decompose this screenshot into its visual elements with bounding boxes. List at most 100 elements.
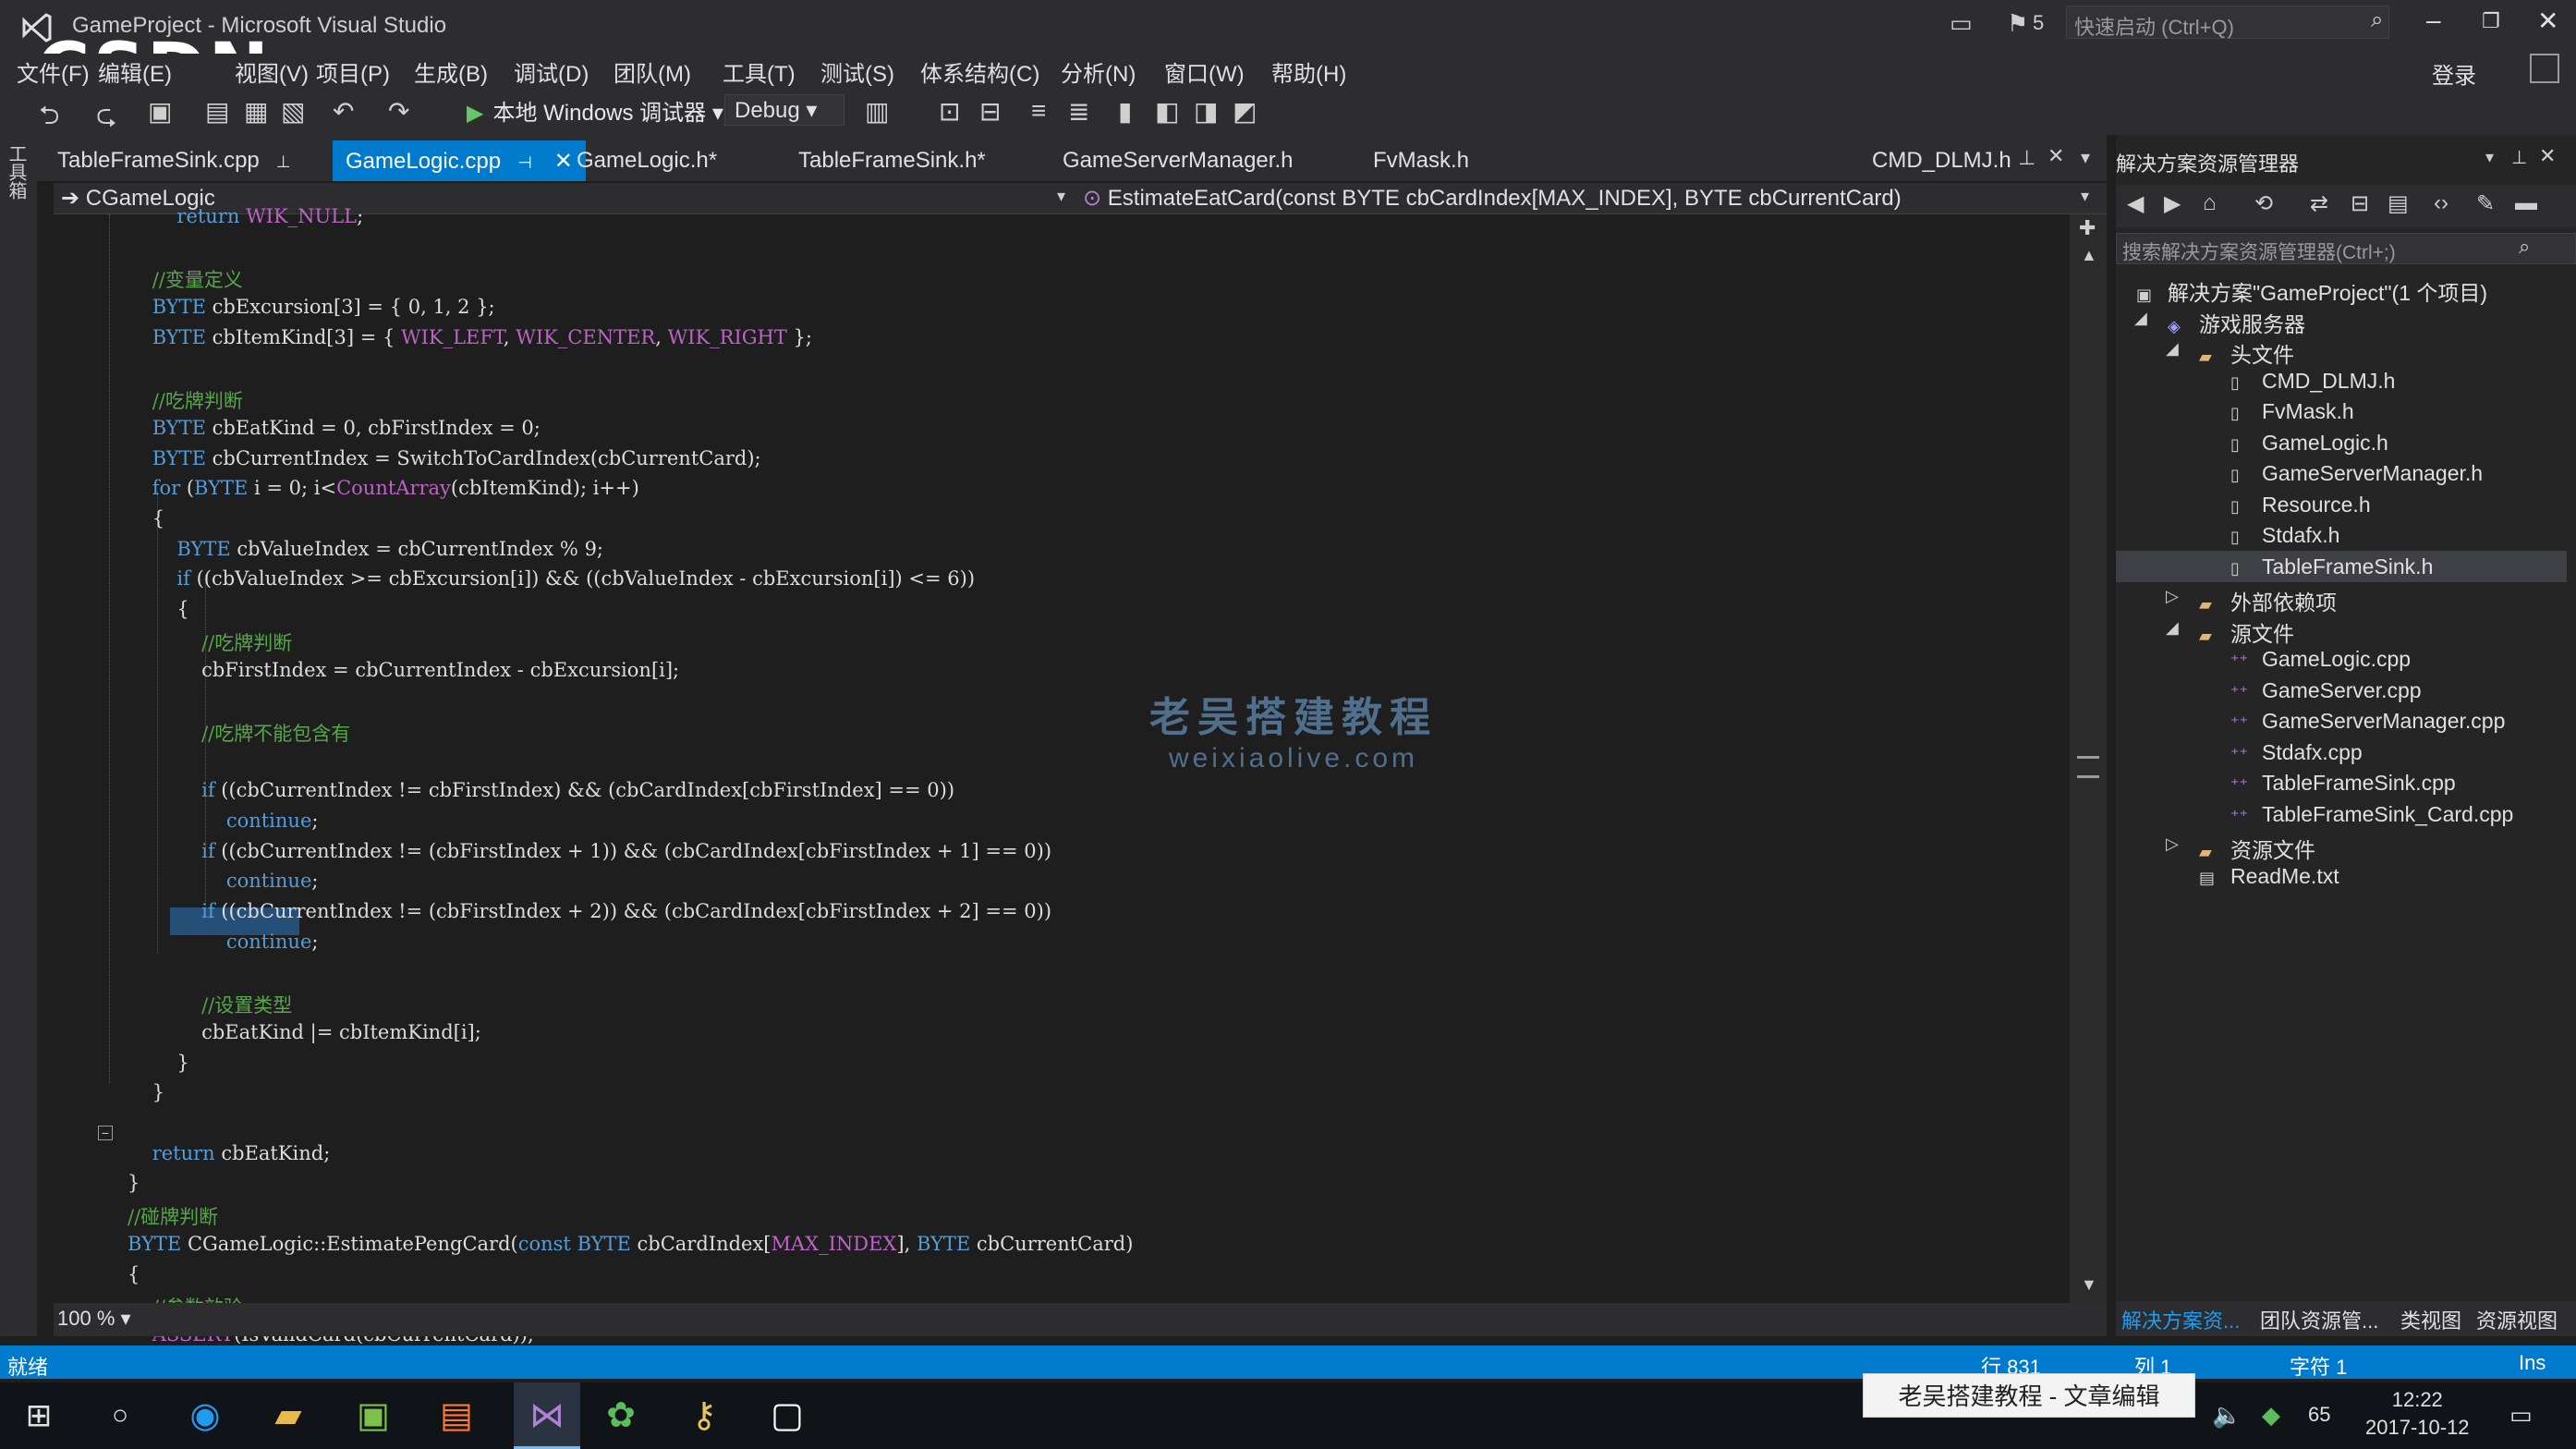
menu-window[interactable]: 窗口(W) xyxy=(1164,55,1245,88)
collapse-arrow-icon[interactable]: ◢ xyxy=(2134,309,2147,328)
tab-gamelogic-h[interactable]: GameLogic.h* xyxy=(577,148,717,174)
windows-start-icon[interactable]: ⊞ xyxy=(15,1392,63,1440)
code-line[interactable]: BYTE cbExcursion[3] = { 0, 1, 2 }; xyxy=(128,296,495,318)
code-line[interactable]: BYTE cbCurrentIndex = SwitchToCardIndex(… xyxy=(128,447,761,469)
view-code-icon[interactable]: ‹› xyxy=(2434,190,2448,216)
code-line[interactable]: //变量定义 xyxy=(128,265,243,293)
tree-item[interactable]: ▯ GameLogic.h xyxy=(2230,431,2388,456)
redo-icon[interactable]: ↷ xyxy=(388,96,409,127)
tab-fvmask-h[interactable]: FvMask.h xyxy=(1373,148,1469,174)
open-file-icon[interactable]: ▤ xyxy=(205,96,229,127)
pin-icon[interactable]: ⊣ xyxy=(517,153,532,172)
browser-icon[interactable]: ◉ xyxy=(181,1392,229,1440)
menu-team[interactable]: 团队(M) xyxy=(614,55,691,88)
tree-item[interactable]: ⁺⁺ Stdafx.cpp xyxy=(2230,740,2363,765)
solution-search-input[interactable]: 搜索解决方案资源管理器(Ctrl+;) xyxy=(2116,233,2576,264)
tree-item[interactable]: ▷ ▰ 资源文件 xyxy=(2166,833,2315,864)
tab-class-view[interactable]: 类视图 xyxy=(2400,1305,2461,1334)
presentation-app-icon[interactable]: ▤ xyxy=(432,1392,480,1440)
feedback-icon[interactable]: ▭ xyxy=(1950,9,1973,38)
security-icon[interactable]: ◆ xyxy=(2262,1401,2280,1430)
code-line[interactable]: for (BYTE i = 0; i<CountArray(cbItemKind… xyxy=(128,477,639,499)
tray-badge[interactable]: 65 xyxy=(2308,1403,2330,1427)
start-debugging-button[interactable]: ▶ 本地 Windows 调试器 ▾ xyxy=(467,94,723,127)
properties-icon[interactable]: ✎ xyxy=(2476,190,2495,217)
expand-arrow-icon[interactable]: ▷ xyxy=(2166,834,2179,854)
sync-icon[interactable]: ⟲ xyxy=(2254,190,2273,217)
code-line[interactable]: if ((cbCurrentIndex != (cbFirstIndex + 2… xyxy=(128,900,1051,922)
file-explorer-icon[interactable]: ▰ xyxy=(264,1392,312,1440)
tree-item[interactable]: ▤ ReadMe.txt xyxy=(2199,864,2339,889)
code-line[interactable]: if ((cbCurrentIndex != cbFirstIndex) && … xyxy=(128,779,954,801)
tree-item[interactable]: ◢ ◈ 游戏服务器 xyxy=(2134,307,2305,338)
back-icon[interactable]: ◀ xyxy=(2127,190,2144,217)
code-editor[interactable]: − return WIK_NULL; //变量定义 BYTE cbExcursi… xyxy=(54,205,2083,1436)
code-line[interactable]: } xyxy=(128,1081,164,1103)
code-line[interactable]: continue; xyxy=(128,810,319,832)
terminal-app-icon[interactable]: ▢ xyxy=(763,1392,811,1440)
preview-icon[interactable]: ▬ xyxy=(2515,190,2537,216)
menu-architecture[interactable]: 体系结构(C) xyxy=(920,55,1039,88)
code-line[interactable]: continue; xyxy=(128,931,319,953)
notification-flag-icon[interactable]: ⚑ xyxy=(2007,9,2028,38)
pin-icon[interactable]: ⊥ xyxy=(276,152,291,171)
chevron-down-icon[interactable]: ▾ xyxy=(2081,187,2089,206)
code-line[interactable]: BYTE cbEatKind = 0, cbFirstIndex = 0; xyxy=(128,417,541,439)
code-line[interactable]: { xyxy=(128,1263,140,1285)
menu-analyze[interactable]: 分析(N) xyxy=(1061,55,1136,88)
code-line[interactable]: if ((cbValueIndex >= cbExcursion[i]) && … xyxy=(128,567,975,590)
tree-item[interactable]: ▯ Resource.h xyxy=(2230,493,2371,518)
key-app-icon[interactable]: ⚷ xyxy=(680,1392,728,1440)
code-line[interactable]: if ((cbCurrentIndex != (cbFirstIndex + 1… xyxy=(128,840,1051,862)
tab-tableframesink-cpp[interactable]: TableFrameSink.cpp ⊥ xyxy=(57,148,290,174)
quick-launch-input[interactable]: 快速启动 (Ctrl+Q) xyxy=(2066,6,2389,39)
close-icon[interactable]: ✕ xyxy=(2539,144,2556,168)
tab-solution-explorer[interactable]: 解决方案资... xyxy=(2121,1305,2240,1334)
expand-arrow-icon[interactable]: ▷ xyxy=(2166,587,2179,606)
uncomment-icon[interactable]: ≣ xyxy=(1068,96,1089,127)
tree-item[interactable]: ▯ FvMask.h xyxy=(2230,399,2354,424)
pin-icon[interactable]: ⊥ xyxy=(2511,146,2527,169)
code-line[interactable]: //吃牌判断 xyxy=(128,628,292,656)
find-in-files-icon[interactable]: ▥ xyxy=(865,96,889,127)
chevron-down-icon[interactable]: ▾ xyxy=(1057,187,1065,206)
refresh-icon[interactable]: ⇄ xyxy=(2310,190,2328,217)
tree-item[interactable]: ▯ TableFrameSink.h xyxy=(2230,554,2433,579)
navigate-icon[interactable]: ⊡ xyxy=(939,96,960,127)
code-line[interactable]: { xyxy=(128,598,188,620)
network-app-icon[interactable]: ✿ xyxy=(597,1392,645,1440)
member-scope-dropdown[interactable]: ⊙ EstimateEatCard(const BYTE cbCardIndex… xyxy=(1083,185,1902,212)
clear-bookmarks-icon[interactable]: ◩ xyxy=(1233,96,1257,127)
clock[interactable]: 12:22 2017-10-12 xyxy=(2365,1386,2470,1442)
menu-test[interactable]: 测试(S) xyxy=(820,55,894,88)
code-line[interactable]: BYTE CGameLogic::EstimatePengCard(const … xyxy=(128,1233,1133,1255)
split-window-icon[interactable]: ✚ xyxy=(2079,216,2096,240)
tree-item[interactable]: ⁺⁺ TableFrameSink_Card.cpp xyxy=(2230,802,2513,827)
forward-icon[interactable]: ⮎ xyxy=(96,96,116,140)
toolbox-tab[interactable]: 工具箱 xyxy=(6,144,30,200)
menu-build[interactable]: 生成(B) xyxy=(414,55,488,88)
close-window-button[interactable]: ✕ xyxy=(2537,6,2558,36)
close-icon[interactable]: ✕ xyxy=(554,149,573,174)
collapse-all-icon[interactable]: ⊟ xyxy=(2351,190,2369,217)
back-icon[interactable]: ⮌ xyxy=(39,96,59,140)
code-line[interactable]: { xyxy=(128,507,164,530)
tab-tableframesink-h[interactable]: TableFrameSink.h* xyxy=(798,148,986,174)
new-project-icon[interactable]: ▣ xyxy=(148,96,172,127)
code-line[interactable]: //碰牌判断 xyxy=(128,1202,218,1230)
code-line[interactable]: BYTE cbValueIndex = cbCurrentIndex % 9; xyxy=(128,538,603,560)
tab-list-dropdown-icon[interactable]: ▾ xyxy=(2081,146,2090,169)
scroll-down-icon[interactable]: ▼ xyxy=(2081,1275,2097,1295)
search-icon[interactable]: ⌕ xyxy=(2371,7,2383,33)
prev-bookmark-icon[interactable]: ◧ xyxy=(1155,96,1179,127)
tab-gamelogic-cpp[interactable]: GameLogic.cpp ⊣ ✕ xyxy=(333,140,586,181)
menu-help[interactable]: 帮助(H) xyxy=(1271,55,1346,88)
login-link[interactable]: 登录 xyxy=(2432,57,2476,90)
forward-icon[interactable]: ▶ xyxy=(2164,190,2181,217)
code-line[interactable]: continue; xyxy=(128,870,319,892)
tree-item[interactable]: ▯ GameServerManager.h xyxy=(2230,461,2483,486)
pin-icon[interactable]: ⊥ xyxy=(2018,146,2035,170)
tree-item[interactable]: ▯ Stdafx.h xyxy=(2230,523,2339,548)
tab-team-explorer[interactable]: 团队资源管... xyxy=(2260,1305,2378,1334)
user-account-icon[interactable] xyxy=(2530,54,2559,83)
